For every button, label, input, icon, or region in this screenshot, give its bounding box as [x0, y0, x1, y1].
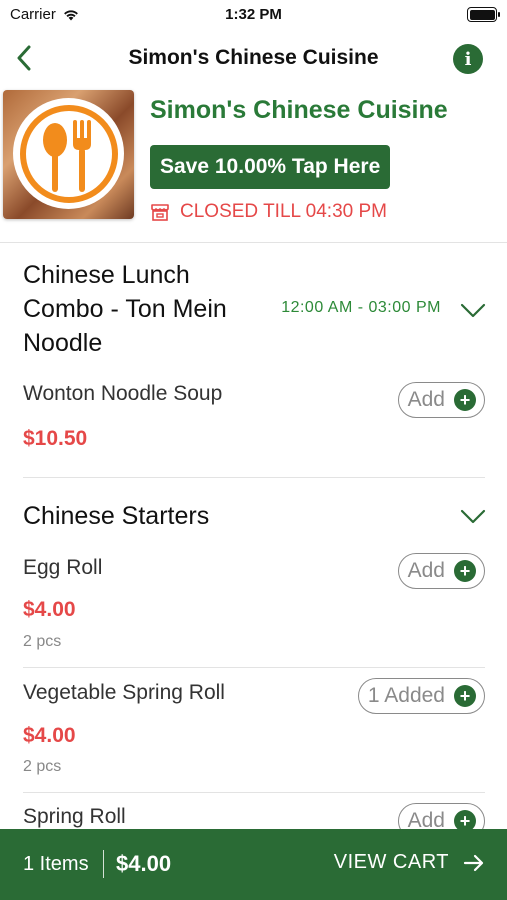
status-time: 1:32 PM	[225, 6, 282, 23]
nav-title: Simon's Chinese Cuisine	[128, 46, 379, 69]
added-label: 1 Added	[367, 684, 445, 707]
section-title: Chinese Starters	[23, 502, 210, 530]
menu-section: Chinese Starters Egg Roll $4.00 2 pcs Ad…	[0, 478, 507, 829]
plus-icon: +	[454, 810, 476, 829]
item-price: $10.50	[23, 427, 88, 450]
info-icon: i	[464, 48, 472, 70]
restaurant-logo	[3, 90, 134, 219]
section-header[interactable]: Chinese Lunch Combo - Ton Mein Noodle 12…	[0, 244, 507, 368]
item-name: Spring Roll	[23, 805, 126, 828]
item-description: 2 pcs	[23, 633, 62, 650]
chevron-left-icon	[17, 45, 31, 71]
add-button[interactable]: Add +	[397, 382, 485, 418]
view-cart-label: VIEW CART	[333, 851, 449, 873]
info-button[interactable]: i	[453, 44, 483, 74]
cart-bar[interactable]: 1 Items $4.00 VIEW CART	[0, 829, 507, 900]
add-button[interactable]: Add +	[397, 553, 485, 589]
item-name: Egg Roll	[23, 556, 103, 579]
cart-divider	[103, 850, 104, 878]
item-price: $4.00	[23, 598, 76, 621]
added-button[interactable]: 1 Added +	[357, 678, 485, 714]
promo-button[interactable]: Save 10.00% Tap Here	[150, 145, 391, 189]
section-header[interactable]: Chinese Starters	[0, 478, 507, 542]
view-cart-button[interactable]: VIEW CART	[334, 851, 485, 874]
section-time: 12:00 AM - 03:00 PM	[281, 299, 441, 316]
menu-item[interactable]: Spring Roll Add +	[23, 793, 485, 829]
item-price: $4.00	[23, 724, 76, 747]
add-label: Add	[407, 559, 445, 582]
arrow-right-icon	[463, 854, 484, 871]
chevron-down-icon[interactable]	[459, 302, 487, 320]
nav-bar: Simon's Chinese Cuisine i	[0, 36, 507, 80]
restaurant-name: Simon's Chinese Cuisine	[150, 96, 448, 124]
item-name: Wonton Noodle Soup	[23, 382, 223, 405]
back-button[interactable]	[8, 40, 40, 76]
restaurant-header: Simon's Chinese Cuisine Save 10.00% Tap …	[0, 88, 507, 243]
battery-icon	[467, 7, 500, 22]
menu-section: Chinese Lunch Combo - Ton Mein Noodle 12…	[0, 244, 507, 478]
item-name: Vegetable Spring Roll	[23, 681, 225, 704]
menu-item[interactable]: Vegetable Spring Roll $4.00 2 pcs 1 Adde…	[23, 668, 485, 793]
status-bar: Carrier 1:32 PM	[0, 0, 507, 32]
chevron-down-icon[interactable]	[459, 508, 487, 526]
add-label: Add	[407, 809, 445, 829]
menu-list[interactable]: Chinese Lunch Combo - Ton Mein Noodle 12…	[0, 244, 507, 829]
menu-item[interactable]: Egg Roll $4.00 2 pcs Add +	[23, 542, 485, 668]
cart-item-count: 1 Items	[23, 853, 89, 875]
store-icon	[151, 204, 169, 221]
closed-status: CLOSED TILL 04:30 PM	[150, 201, 387, 223]
cart-total: $4.00	[116, 851, 172, 876]
add-label: Add	[407, 388, 445, 411]
plus-icon: +	[454, 685, 476, 707]
plus-icon: +	[454, 389, 476, 411]
spoon-fork-icon	[19, 104, 118, 203]
item-description: 2 pcs	[23, 758, 62, 775]
closed-text: CLOSED TILL 04:30 PM	[180, 201, 387, 222]
menu-item[interactable]: Wonton Noodle Soup $10.50 Add +	[23, 368, 485, 478]
add-button[interactable]: Add +	[397, 803, 485, 829]
plus-icon: +	[454, 560, 476, 582]
